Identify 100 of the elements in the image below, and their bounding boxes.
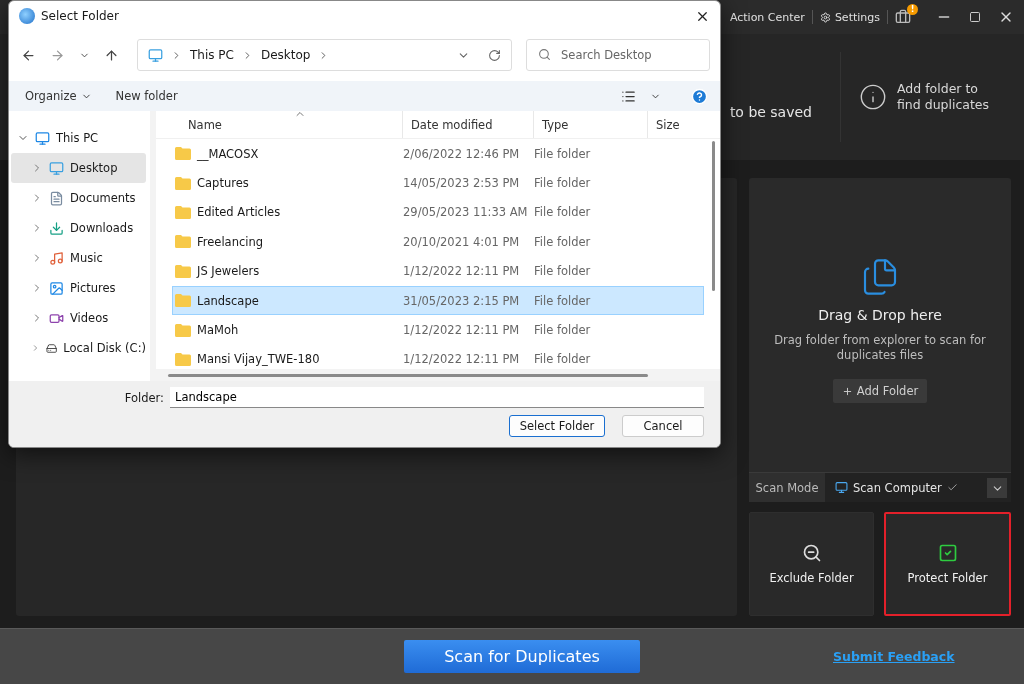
- document-icon: [49, 190, 64, 206]
- folder-icon: [175, 323, 191, 337]
- dialog-button[interactable]: Select Folder: [509, 415, 605, 437]
- file-row[interactable]: Landscape 31/05/2023 2:15 PM File folder: [172, 285, 704, 316]
- computer-icon: [35, 130, 50, 146]
- file-name: Edited Articles: [197, 205, 281, 220]
- folder-icon: [175, 235, 191, 249]
- folder-icon: [175, 176, 191, 190]
- address-bar[interactable]: This PC Desktop: [137, 39, 512, 71]
- date-cell-text: 29/05/2023 11:33 AM: [403, 205, 529, 220]
- nav-item[interactable]: Music: [11, 243, 146, 273]
- column-header[interactable]: Size: [647, 111, 720, 138]
- briefcase-icon[interactable]: [895, 9, 911, 25]
- action-card[interactable]: Protect Folder: [884, 512, 1011, 616]
- computer-icon: [835, 481, 848, 494]
- nav-item[interactable]: Documents: [11, 183, 146, 213]
- file-row[interactable]: JS Jewelers 1/12/2022 12:11 PM File folder: [172, 256, 704, 286]
- picture-icon: [49, 280, 64, 296]
- titlebar-button[interactable]: Action Center: [729, 10, 805, 24]
- file-row[interactable]: Mansi Vijay_TWE-180 1/12/2022 12:11 PM File folder: [172, 344, 704, 369]
- add-folder-button[interactable]: Add Folder: [832, 379, 928, 403]
- titlebar-button[interactable]: Settings: [819, 10, 880, 24]
- date-cell-text: 14/05/2023 2:53 PM: [403, 176, 521, 191]
- folder-icon: [175, 264, 191, 278]
- desktop-icon: [49, 160, 64, 176]
- drop-zone[interactable]: Drag & Drop here Drag folder from explorer to scan for duplicates files Add Folder Scan Mode Scan Computer: [749, 178, 1011, 502]
- file-row[interactable]: Captures 14/05/2023 2:53 PM File folder: [172, 168, 704, 198]
- file-name: Captures: [197, 176, 249, 191]
- date-cell-text: 1/12/2022 12:11 PM: [403, 352, 521, 367]
- folder-label: Folder:: [124, 390, 164, 405]
- action-card[interactable]: Exclude Folder: [749, 512, 874, 616]
- info-icon: [859, 83, 887, 111]
- nav-item[interactable]: This PC: [11, 123, 146, 153]
- organize-button[interactable]: Organize: [25, 89, 92, 103]
- file-name: Mansi Vijay_TWE-180: [197, 352, 320, 367]
- dropdown-button[interactable]: [987, 478, 1007, 498]
- file-name: JS Jewelers: [197, 264, 260, 279]
- music-icon: [49, 250, 64, 266]
- type-cell-text: File folder: [534, 146, 592, 161]
- date-cell-text: 31/05/2023 2:15 PM: [403, 293, 521, 308]
- saved-label: to be saved: [729, 104, 812, 120]
- column-header[interactable]: Date modified: [402, 111, 533, 138]
- date-cell-text: 20/10/2021 4:01 PM: [403, 234, 521, 249]
- date-cell-text: 1/12/2022 12:11 PM: [403, 264, 521, 279]
- type-cell-text: File folder: [534, 205, 592, 220]
- folder-icon: [175, 294, 191, 308]
- file-row[interactable]: Edited Articles 29/05/2023 11:33 AM File folder: [172, 197, 704, 228]
- file-name: Freelancing: [197, 234, 264, 249]
- folder-icon: [175, 205, 191, 219]
- plus-icon: [841, 385, 853, 397]
- type-cell-text: File folder: [534, 264, 592, 279]
- file-row[interactable]: Freelancing 20/10/2021 4:01 PM File folder: [172, 227, 704, 257]
- new-folder-button[interactable]: New folder: [115, 89, 178, 103]
- file-name: Landscape: [197, 293, 259, 308]
- nav-item[interactable]: Pictures: [11, 273, 146, 303]
- download-icon: [49, 220, 64, 236]
- refresh-icon[interactable]: [488, 48, 501, 62]
- nav-item[interactable]: Downloads: [11, 213, 146, 243]
- folder-icon: [175, 147, 191, 161]
- scan-mode-select[interactable]: Scan Computer: [825, 473, 983, 502]
- maximize-icon[interactable]: [969, 11, 981, 23]
- type-cell-text: File folder: [534, 234, 592, 249]
- file-row[interactable]: __MACOSX 2/06/2022 12:46 PM File folder: [172, 139, 704, 169]
- back-icon[interactable]: [21, 47, 36, 63]
- scan-button[interactable]: Scan for Duplicates: [404, 640, 640, 673]
- breadcrumb-item[interactable]: This PC: [190, 48, 234, 62]
- nav-item[interactable]: Local Disk (C:): [11, 333, 146, 363]
- check-icon: [946, 482, 958, 493]
- file-row[interactable]: MaMoh 1/12/2022 12:11 PM File folder: [172, 315, 704, 345]
- add-folder-hint: Add folder to find duplicates: [897, 81, 991, 113]
- column-header[interactable]: Name: [156, 111, 402, 138]
- scan-mode-label: Scan Mode: [749, 473, 825, 502]
- dialog-button[interactable]: Cancel: [622, 415, 704, 437]
- drop-description: Drag folder from explorer to scan for duplicates files: [773, 333, 987, 363]
- date-cell-text: 1/12/2022 12:11 PM: [403, 323, 521, 338]
- search-field[interactable]: Search Desktop: [526, 39, 710, 71]
- file-name: __MACOSX: [197, 146, 259, 161]
- file-name: MaMoh: [197, 323, 239, 338]
- dialog-title: Select Folder: [41, 9, 120, 23]
- app-icon: [19, 8, 35, 24]
- settings-icon: [819, 11, 831, 23]
- help-icon[interactable]: [691, 87, 708, 105]
- nav-item[interactable]: Videos: [11, 303, 146, 333]
- checkbox-icon: [937, 543, 958, 563]
- up-icon[interactable]: [104, 47, 119, 63]
- type-cell-text: File folder: [534, 176, 592, 191]
- breadcrumb-item[interactable]: Desktop: [260, 48, 311, 62]
- forward-icon[interactable]: [50, 47, 65, 63]
- nav-item[interactable]: Desktop: [11, 153, 146, 183]
- date-cell-text: 2/06/2022 12:46 PM: [403, 146, 521, 161]
- type-cell-text: File folder: [534, 323, 592, 338]
- folder-field[interactable]: Landscape: [170, 387, 704, 408]
- column-header[interactable]: Type: [533, 111, 647, 138]
- type-cell-text: File folder: [534, 293, 592, 308]
- zoom-out-icon: [801, 543, 822, 563]
- desktop-icon: [148, 47, 163, 63]
- type-cell-text: File folder: [534, 352, 592, 367]
- search-icon: [538, 48, 551, 61]
- view-icon[interactable]: [621, 88, 636, 104]
- notification-badge: !: [907, 4, 918, 15]
